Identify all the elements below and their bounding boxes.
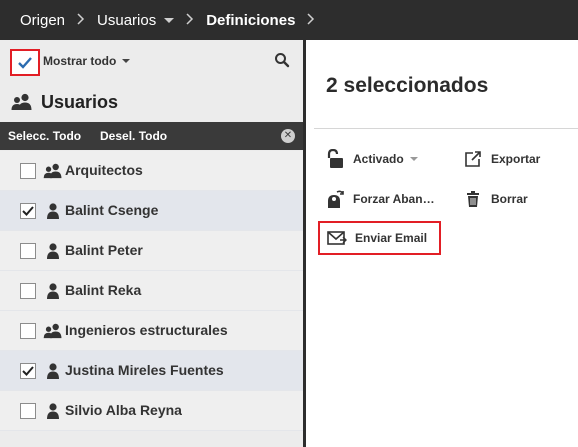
row-checkbox[interactable]: [20, 163, 36, 179]
row-checkbox[interactable]: [20, 203, 36, 219]
force-abandon-icon: [324, 189, 346, 209]
checkmark-icon: [22, 366, 34, 376]
force-abandon-button[interactable]: Forzar Aban…: [324, 189, 435, 209]
row-checkbox[interactable]: [20, 363, 36, 379]
user-icon: [42, 363, 64, 379]
list-item[interactable]: Balint Csenge: [0, 191, 303, 231]
select-all-button[interactable]: Selecc. Todo: [8, 129, 81, 143]
selection-count-title: 2 seleccionados: [326, 74, 489, 97]
user-icon: [42, 243, 64, 259]
user-icon: [42, 403, 64, 419]
row-checkbox[interactable]: [20, 243, 36, 259]
row-checkbox[interactable]: [20, 323, 36, 339]
row-checkbox[interactable]: [20, 403, 36, 419]
user-icon: [42, 283, 64, 299]
deselect-all-button[interactable]: Desel. Todo: [100, 129, 167, 143]
list-item-label: Arquitectos: [65, 162, 143, 178]
activado-label: Activado: [353, 152, 404, 166]
export-button[interactable]: Exportar: [462, 149, 540, 169]
list-item[interactable]: Arquitectos: [0, 151, 303, 191]
show-all-label: Mostrar todo: [43, 54, 117, 68]
chevron-down-icon: [122, 59, 131, 63]
breadcrumb-usuarios[interactable]: Usuarios: [97, 11, 175, 29]
trash-icon: [462, 189, 484, 209]
list-item-label: Balint Peter: [65, 242, 143, 258]
delete-label: Borrar: [491, 192, 528, 206]
user-list: Arquitectos Balint Csenge Balint Peter B…: [0, 151, 303, 431]
users-icon: [42, 163, 64, 179]
row-checkbox[interactable]: [20, 283, 36, 299]
clear-icon[interactable]: ✕: [281, 129, 295, 143]
users-icon: [42, 323, 64, 339]
section-title: Usuarios: [10, 90, 118, 114]
lock-open-icon: [324, 149, 346, 169]
chevron-right-icon: [77, 12, 85, 29]
left-toolbar: Mostrar todo: [0, 40, 303, 82]
export-icon: [462, 149, 484, 169]
right-panel: 2 seleccionados Activado Exportar Forzar…: [306, 40, 578, 447]
email-icon: [326, 228, 348, 248]
chevron-right-icon: [186, 12, 194, 29]
checkmark-icon: [22, 206, 34, 216]
chevron-down-icon: [409, 157, 418, 161]
selection-bar: Selecc. Todo Desel. Todo ✕: [0, 122, 303, 150]
export-label: Exportar: [491, 152, 541, 166]
breadcrumb-definiciones[interactable]: Definiciones: [206, 12, 295, 29]
list-item-label: Justina Mireles Fuentes: [65, 362, 224, 378]
list-item-label: Balint Csenge: [65, 202, 159, 218]
send-email-button[interactable]: Enviar Email: [318, 221, 441, 255]
force-abandon-label: Forzar Aban…: [353, 192, 435, 206]
list-item[interactable]: Balint Reka: [0, 271, 303, 311]
user-icon: [42, 203, 64, 219]
left-panel: Mostrar todo Usuarios Selecc. Todo Desel…: [0, 40, 303, 447]
chevron-down-icon[interactable]: [164, 18, 175, 24]
activado-dropdown[interactable]: Activado: [324, 149, 418, 169]
list-item[interactable]: Balint Peter: [0, 231, 303, 271]
breadcrumb: Origen Usuarios Definiciones: [0, 0, 578, 40]
users-icon: [11, 93, 32, 110]
divider: [314, 128, 578, 129]
delete-button[interactable]: Borrar: [462, 189, 528, 209]
list-item-label: Balint Reka: [65, 282, 142, 298]
send-email-label: Enviar Email: [355, 231, 428, 245]
show-all-dropdown[interactable]: Mostrar todo: [43, 54, 131, 68]
list-item-label: Silvio Alba Reyna: [65, 402, 182, 418]
list-item[interactable]: Ingenieros estructurales: [0, 311, 303, 351]
section-title-label: Usuarios: [41, 91, 119, 112]
show-all-checkbox[interactable]: [10, 49, 40, 76]
search-icon[interactable]: [274, 52, 292, 70]
list-item[interactable]: Justina Mireles Fuentes: [0, 351, 303, 391]
list-item-label: Ingenieros estructurales: [65, 322, 228, 338]
checkmark-icon: [18, 56, 32, 69]
breadcrumb-usuarios-label: Usuarios: [97, 11, 157, 29]
chevron-right-icon: [307, 12, 315, 29]
breadcrumb-origen[interactable]: Origen: [20, 12, 65, 29]
list-item[interactable]: Silvio Alba Reyna: [0, 391, 303, 431]
